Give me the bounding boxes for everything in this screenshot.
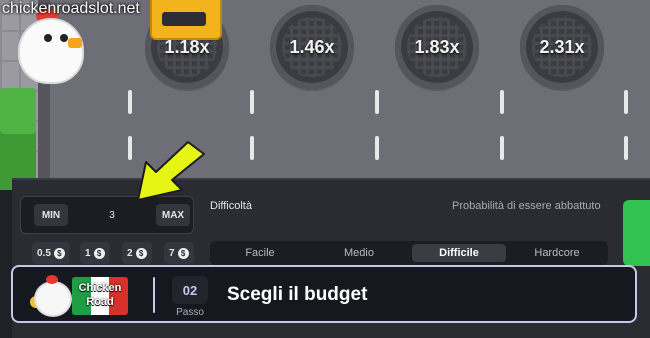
tab-difficile[interactable]: Difficile bbox=[412, 244, 506, 262]
multiplier-label: 1.83x bbox=[414, 36, 460, 57]
bet-amount-value[interactable]: 3 bbox=[96, 204, 128, 226]
tab-facile[interactable]: Facile bbox=[214, 244, 306, 262]
dollar-coin-icon: $ bbox=[53, 247, 65, 259]
dollar-coin-icon: $ bbox=[177, 247, 189, 259]
game-scene: 1.18x 1.46x 1.83x 2.31x chickenroadslot.… bbox=[0, 0, 650, 338]
dollar-coin-icon: $ bbox=[93, 247, 105, 259]
quick-bet-button[interactable]: 2 $ bbox=[122, 242, 152, 264]
logo: Chicken Road bbox=[78, 282, 122, 308]
manhole-cell[interactable]: 2.31x bbox=[520, 5, 604, 89]
banner-title: Scegli il budget bbox=[227, 284, 368, 305]
difficulty-label: Difficoltà bbox=[210, 200, 252, 212]
manhole-cell[interactable]: 1.46x bbox=[270, 5, 354, 89]
watermark: chickenroadslot.net bbox=[2, 0, 140, 17]
logo-chicken-icon bbox=[34, 275, 72, 317]
quick-bet-button[interactable]: 0.5 $ bbox=[32, 242, 70, 264]
step-label: Passo bbox=[176, 307, 204, 318]
min-bet-button[interactable]: MIN bbox=[34, 204, 68, 226]
lane-marking bbox=[375, 90, 379, 114]
quick-bet-button[interactable]: 1 $ bbox=[80, 242, 110, 264]
lane-marking bbox=[375, 136, 379, 160]
lane-marking bbox=[250, 136, 254, 160]
step-number: 02 bbox=[172, 276, 208, 304]
lane-marking bbox=[128, 90, 132, 114]
tab-medio[interactable]: Medio bbox=[312, 244, 406, 262]
quick-bet-button[interactable]: 7 $ bbox=[164, 242, 194, 264]
lane-marking bbox=[250, 90, 254, 114]
dollar-coin-icon: $ bbox=[135, 247, 147, 259]
multiplier-label: 2.31x bbox=[539, 36, 585, 57]
hedge bbox=[0, 88, 36, 190]
play-button[interactable] bbox=[623, 200, 650, 266]
car bbox=[150, 0, 222, 40]
manhole-cell[interactable]: 1.83x bbox=[395, 5, 479, 89]
divider bbox=[153, 277, 155, 313]
max-bet-button[interactable]: MAX bbox=[156, 204, 190, 226]
lane-marking bbox=[624, 136, 628, 160]
pointer-arrow-icon bbox=[137, 141, 205, 201]
lane-marking bbox=[624, 90, 628, 114]
lane-marking bbox=[500, 136, 504, 160]
lane-marking bbox=[500, 90, 504, 114]
multiplier-label: 1.46x bbox=[289, 36, 335, 57]
probability-label: Probabilità di essere abbattuto bbox=[452, 200, 601, 212]
tab-hardcore[interactable]: Hardcore bbox=[510, 244, 604, 262]
